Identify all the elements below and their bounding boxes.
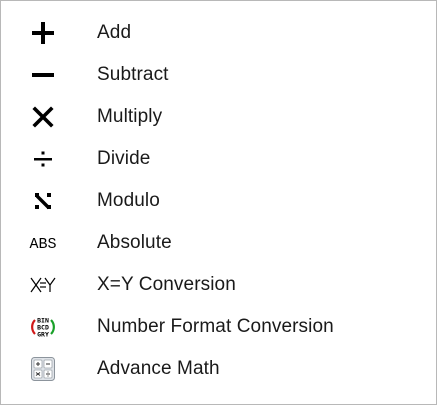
menu-item-modulo[interactable]: Modulo	[21, 180, 421, 222]
menu-item-absolute[interactable]: ABS Absolute	[21, 222, 421, 264]
advance-math-icon	[21, 348, 65, 390]
number-format-icon: BIN BCD GRY	[21, 306, 65, 348]
menu-item-label: Subtract	[97, 64, 169, 85]
modulo-icon	[21, 180, 65, 222]
menu-item-label: Divide	[97, 148, 151, 169]
menu-item-label: Absolute	[97, 232, 172, 253]
plus-icon	[21, 12, 65, 54]
menu-item-label: Advance Math	[97, 358, 220, 379]
menu-item-subtract[interactable]: Subtract	[21, 54, 421, 96]
menu-item-x-equals-y-conversion[interactable]: X=Y Conversion	[21, 264, 421, 306]
menu-item-multiply[interactable]: Multiply	[21, 96, 421, 138]
number-format-icon-gry: GRY	[37, 331, 49, 339]
x-equals-y-icon	[21, 264, 65, 306]
menu-item-label: Multiply	[97, 106, 163, 127]
divide-icon	[21, 138, 65, 180]
menu-item-label: Modulo	[97, 190, 160, 211]
menu-item-divide[interactable]: Divide	[21, 138, 421, 180]
menu-item-label: Add	[97, 22, 132, 43]
menu-item-add[interactable]: Add	[21, 12, 421, 54]
menu-item-advance-math[interactable]: Advance Math	[21, 348, 421, 390]
menu-item-label: X=Y Conversion	[97, 274, 236, 295]
context-menu: Add Subtract Multiply Divide Modulo ABS …	[0, 0, 437, 405]
minus-icon	[21, 54, 65, 96]
menu-item-number-format-conversion[interactable]: BIN BCD GRY Number Format Conversion	[21, 306, 421, 348]
abs-icon: ABS	[21, 222, 65, 264]
multiply-icon	[21, 96, 65, 138]
abs-icon-text: ABS	[29, 236, 56, 253]
menu-item-label: Number Format Conversion	[97, 316, 334, 337]
